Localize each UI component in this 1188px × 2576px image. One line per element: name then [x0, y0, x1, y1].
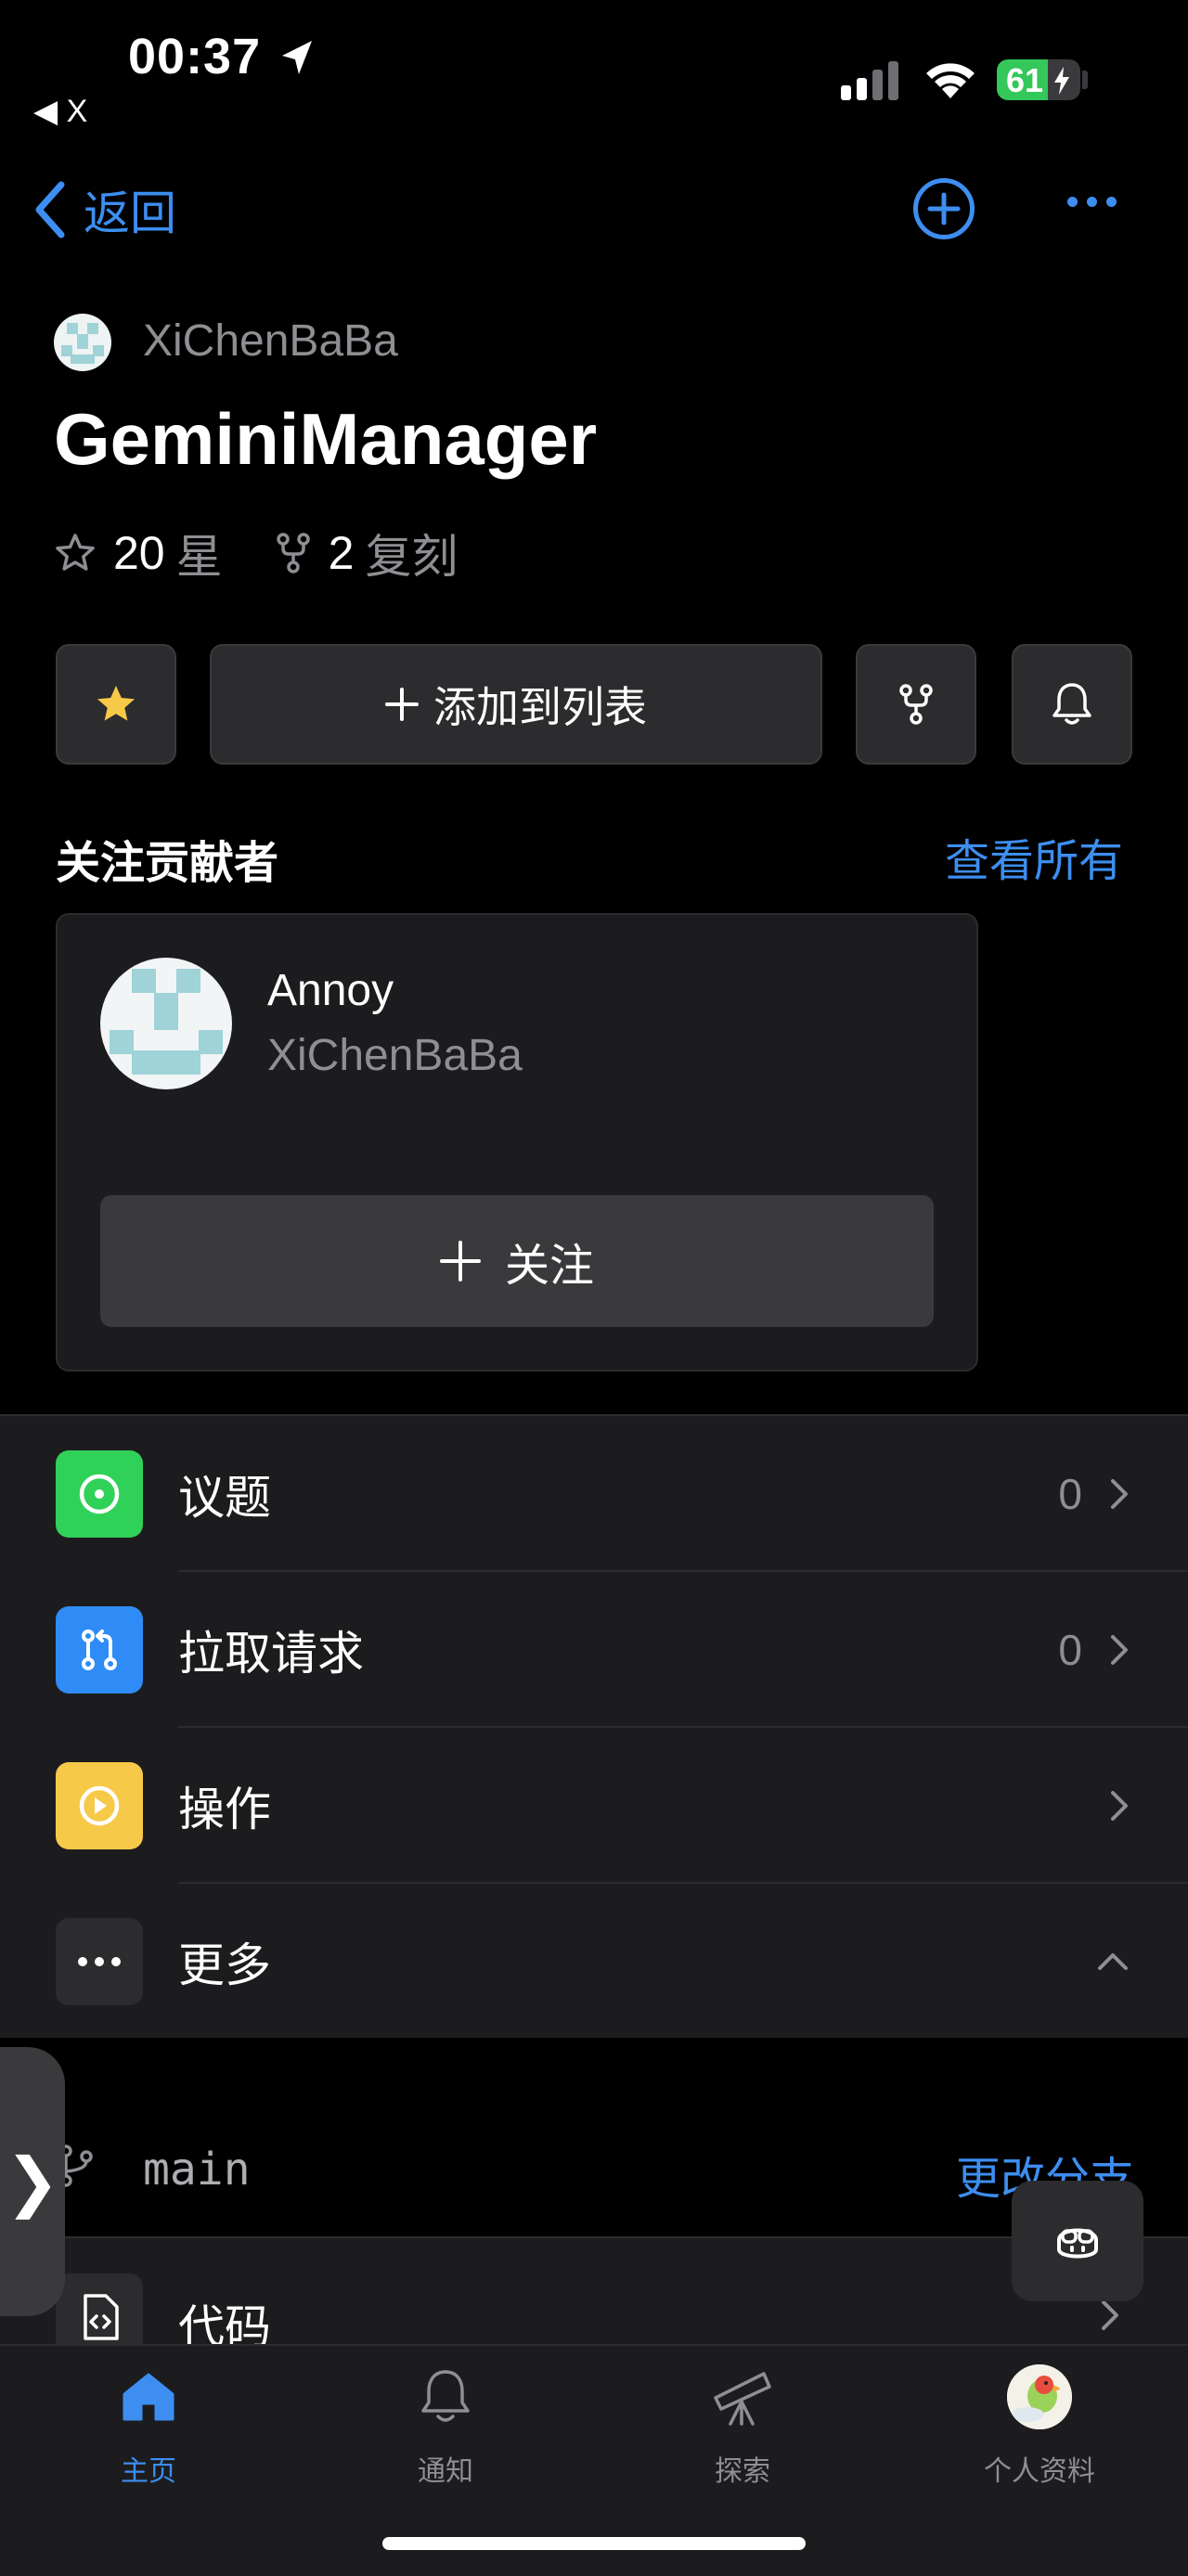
copilot-button[interactable]: [1012, 2181, 1143, 2301]
play-circle-icon: [79, 1785, 120, 1826]
back-label: 返回: [84, 187, 176, 239]
issues-icon: [56, 1450, 143, 1538]
chevron-up-icon: [1098, 1953, 1128, 1970]
bell-icon: [1052, 683, 1091, 725]
watch-button[interactable]: [1012, 644, 1132, 765]
tab-explore[interactable]: 探索: [650, 2363, 835, 2489]
menu-item-label: 拉取请求: [178, 1628, 364, 1680]
star-outline-icon: [56, 534, 95, 571]
contributor-avatar[interactable]: [100, 958, 232, 1089]
chevron-right-icon: [1102, 2300, 1118, 2330]
star-filled-icon: [97, 686, 135, 721]
dot: [1087, 197, 1097, 207]
branch-name: main: [143, 2144, 251, 2196]
signal-icon: [841, 61, 898, 100]
back-to-app-link[interactable]: ◀ X: [33, 93, 87, 130]
wifi-icon: [926, 63, 975, 98]
file-code-icon: [84, 2294, 119, 2340]
tab-home[interactable]: 主页: [56, 2363, 241, 2489]
menu-item-label: 议题: [178, 1472, 271, 1524]
star-button[interactable]: [56, 644, 176, 765]
stars-count[interactable]: 20: [113, 526, 165, 580]
forks-label: 复刻: [365, 531, 458, 583]
repo-title: GeminiManager: [54, 398, 598, 480]
tab-label: 主页: [121, 2456, 176, 2487]
repo-stats: 20 星 2 复刻: [54, 520, 510, 586]
battery-level: 61: [1006, 61, 1044, 99]
add-to-list-label: 添加到列表: [433, 683, 647, 731]
status-time: 00:37: [128, 29, 262, 84]
battery-indicator: 61: [997, 59, 1080, 100]
location-arrow-icon: [282, 41, 312, 74]
parrot-avatar-icon: [1007, 2364, 1072, 2429]
menu-item-label: 更多: [178, 1939, 271, 1991]
bell-icon: [421, 2370, 470, 2422]
tab-label: 个人资料: [984, 2456, 1095, 2487]
copilot-icon: [1057, 2228, 1098, 2259]
stars-label: 星: [175, 531, 223, 583]
charging-icon: [1054, 67, 1069, 95]
tab-label: 探索: [715, 2456, 770, 2487]
chevron-right-icon: [1111, 1479, 1128, 1509]
menu-item-count: 0: [1058, 1626, 1082, 1674]
menu-item-more[interactable]: 更多: [0, 1884, 1188, 2040]
menu-item-pull-requests[interactable]: 拉取请求 0: [0, 1572, 1188, 1728]
git-pull-request-icon: [82, 1629, 117, 1670]
tab-profile[interactable]: 个人资料: [947, 2363, 1132, 2489]
chevron-right-icon: [1111, 1635, 1128, 1665]
fork-icon: [276, 533, 310, 573]
profile-avatar: [1007, 2364, 1072, 2429]
dot: [1067, 197, 1078, 207]
actions-icon: [56, 1762, 143, 1849]
follow-label: 关注: [504, 1242, 594, 1291]
chevron-right-icon: [1111, 1791, 1128, 1821]
telescope-icon: [714, 2372, 771, 2426]
add-button[interactable]: [913, 178, 975, 239]
plus-icon: [927, 192, 961, 225]
home-icon: [123, 2373, 174, 2421]
plus-icon: [385, 688, 419, 721]
tab-label: 通知: [418, 2456, 473, 2487]
fork-button[interactable]: [856, 644, 976, 765]
follow-button[interactable]: 关注: [100, 1195, 934, 1327]
view-all-link[interactable]: 查看所有: [945, 824, 1123, 889]
fork-icon: [899, 684, 933, 725]
back-button[interactable]: 返回: [33, 176, 176, 243]
contributors-title: 关注贡献者: [56, 839, 279, 888]
menu-item-count: 0: [1058, 1470, 1082, 1518]
menu-item-label: 操作: [178, 1784, 271, 1835]
add-to-list-button[interactable]: 添加到列表: [210, 644, 822, 765]
home-indicator: [382, 2537, 806, 2550]
forks-count[interactable]: 2: [329, 526, 355, 580]
tab-notifications[interactable]: 通知: [353, 2363, 538, 2489]
owner-name[interactable]: XiChenBaBa: [143, 316, 398, 367]
chevron-right-icon: ❯: [5, 2145, 60, 2218]
repo-menu-list: 议题 0 拉取请求 0 操作 更多: [0, 1414, 1188, 2040]
plus-icon: [439, 1241, 481, 1282]
chevron-left-icon: [35, 181, 65, 238]
menu-item-issues[interactable]: 议题 0: [0, 1416, 1188, 1572]
issue-circle-icon: [79, 1474, 120, 1514]
contributor-login: XiChenBaBa: [267, 1031, 523, 1080]
owner-avatar[interactable]: [54, 314, 111, 371]
more-options-button[interactable]: [1067, 197, 1117, 207]
battery-cap: [1082, 71, 1088, 89]
identicon-icon: [110, 969, 223, 1075]
ellipsis-icon: [78, 1957, 121, 1966]
menu-item-actions[interactable]: 操作: [0, 1728, 1188, 1884]
pull-request-icon: [56, 1606, 143, 1694]
dot: [1106, 197, 1117, 207]
side-drawer-handle[interactable]: ❯: [0, 2047, 65, 2316]
more-icon: [56, 1918, 143, 2005]
identicon-icon: [61, 323, 104, 364]
contributor-name[interactable]: Annoy: [267, 965, 394, 1016]
